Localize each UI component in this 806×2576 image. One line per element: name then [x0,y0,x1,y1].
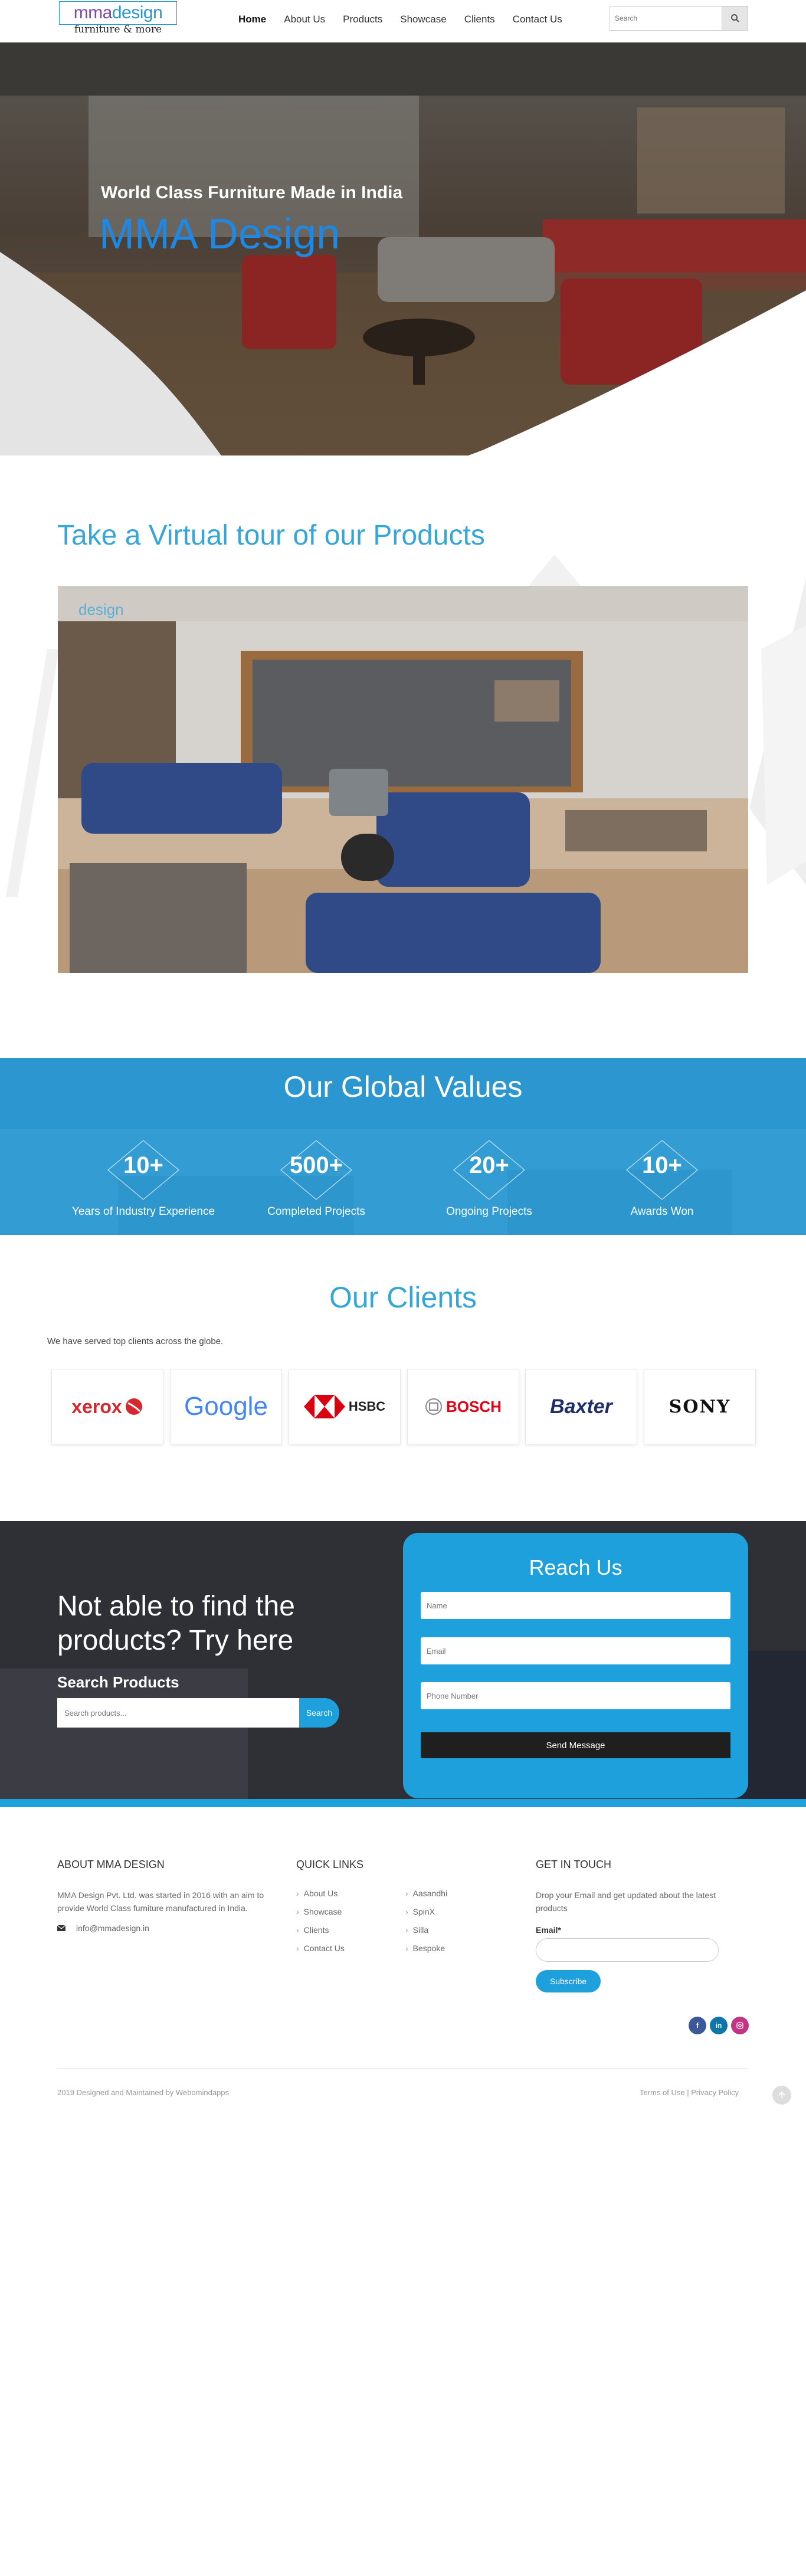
chevron-right-icon: › [405,1925,408,1935]
value-card-awards: 10+ Awards Won [585,1135,739,1218]
site-header: mmadesign furniture & more Home About Us… [0,0,806,42]
footer-quick-links: QUICK LINKS › About Us › Showcase › Clients… [296,1859,509,1962]
footer-about: ABOUT MMA DESIGN MMA Design Pvt. Ltd. wa… [57,1859,270,1935]
logo-wordmark: mmadesign [59,1,177,25]
values-heading: Our Global Values [283,1070,523,1103]
footer-link-silla[interactable]: › Silla [405,1925,447,1935]
instagram-icon[interactable] [731,2017,749,2034]
client-logo-baxter: Baxter [525,1369,637,1444]
hero-subtitle: World Class Furniture Made in India [101,183,403,202]
chevron-right-icon: › [296,1925,299,1935]
nav-about-us[interactable]: About Us [284,13,325,26]
privacy-link[interactable]: Privacy Policy [691,2088,739,2097]
footer-about-text: MMA Design Pvt. Ltd. was started in 2016… [57,1890,264,1913]
footer-link-contact-us[interactable]: › Contact Us [296,1944,405,1953]
email-field[interactable] [421,1637,730,1664]
value-number: 500+ [289,1152,343,1178]
back-to-top-button[interactable] [772,2086,791,2105]
hero-title: MMA Design [99,211,340,258]
value-card-experience: 10+ Years of Industry Experience [67,1135,220,1218]
footer-email[interactable]: info@mmadesign.in [76,1922,149,1935]
subscribe-button[interactable]: Subscribe [536,1970,601,1992]
instagram-glyph [736,2022,743,2029]
nav-showcase[interactable]: Showcase [400,13,446,26]
xerox-ball-icon [125,1398,142,1415]
social-links: f in [689,2017,749,2034]
product-search-button[interactable]: Search [299,1698,339,1728]
phone-field[interactable] [421,1682,730,1709]
product-search: Search [57,1698,339,1728]
chevron-right-icon: › [296,1889,299,1898]
footer-link-bespoke[interactable]: › Bespoke [405,1944,447,1953]
arrow-up-icon [778,2091,785,2098]
virtual-tour-heading: Take a Virtual tour of our Products [57,520,485,551]
main-nav: Home About Us Products Showcase Clients … [238,13,580,26]
chevron-right-icon: › [405,1889,408,1898]
send-message-button[interactable]: Send Message [421,1732,730,1758]
reach-us-form: Reach Us Send Message [403,1533,748,1798]
envelope-icon [57,1925,65,1931]
footer-quick-links-heading: QUICK LINKS [296,1859,364,1870]
footer-divider [57,2068,748,2069]
name-field[interactable] [421,1592,730,1619]
hero-section: World Class Furniture Made in India MMA … [0,42,806,455]
header-search-input[interactable] [610,6,722,30]
header-search-button[interactable] [722,6,748,30]
chevron-right-icon: › [296,1907,299,1916]
value-card-ongoing: 20+ Ongoing Projects [412,1135,566,1218]
nav-products[interactable]: Products [343,13,382,26]
footer-legal-links: Terms of Use | Privacy Policy [640,2088,739,2097]
value-number: 10+ [642,1152,682,1178]
search-icon [730,14,739,22]
value-card-completed: 500+ Completed Projects [240,1135,393,1218]
footer-touch-text: Drop your Email and get updated about th… [536,1890,716,1913]
terms-link[interactable]: Terms of Use [640,2088,685,2097]
footer-get-in-touch: GET IN TOUCH Drop your Email and get upd… [536,1859,748,1992]
reach-us-heading: Reach Us [529,1555,622,1579]
nav-home[interactable]: Home [238,13,266,26]
site-logo[interactable]: mmadesign furniture & more [59,1,177,35]
clients-heading: Our Clients [329,1281,477,1314]
find-products-section: Not able to find the products? Try here … [0,1521,806,1806]
virtual-tour-viewer[interactable]: design [58,586,748,973]
client-logo-xerox: xerox [51,1369,163,1444]
client-logo-bosch: BOSCH [407,1369,519,1444]
value-number: 20+ [469,1152,509,1178]
nav-contact-us[interactable]: Contact Us [513,13,562,26]
client-logo-hsbc: HSBC [289,1369,401,1444]
hsbc-hexagon-icon [303,1395,345,1418]
client-logo-google: Google [170,1369,282,1444]
footer-link-spinx[interactable]: › SpinX [405,1907,447,1916]
value-number: 10+ [123,1152,163,1178]
footer-email-row[interactable]: info@mmadesign.in [57,1922,270,1935]
legal-separator: | [687,2088,689,2097]
footer-about-heading: ABOUT MMA DESIGN [57,1859,165,1870]
facebook-icon[interactable]: f [689,2017,706,2034]
chevron-right-icon: › [405,1907,408,1916]
newsletter-email-input[interactable] [536,1938,719,1962]
copyright-text: 2019 Designed and Maintained by Webomind… [57,2088,230,2097]
logo-tagline: furniture & more [74,24,162,35]
footer-touch-heading: GET IN TOUCH [536,1859,612,1870]
header-search [610,6,748,31]
footer-link-clients[interactable]: › Clients [296,1925,405,1935]
newsletter-email-label: Email* [536,1925,561,1935]
showroom-image [58,586,748,973]
find-search-label: Search Products [57,1673,179,1691]
product-search-input[interactable] [57,1698,299,1728]
linkedin-icon[interactable]: in [710,2017,728,2034]
nav-clients[interactable]: Clients [464,13,495,26]
chevron-right-icon: › [405,1944,408,1953]
clients-subtitle: We have served top clients across the gl… [47,1336,224,1346]
section-divider-bar [0,1799,806,1807]
chevron-right-icon: › [296,1944,299,1953]
find-heading: Not able to find the products? Try here [57,1591,295,1656]
client-logo-sony: SONY [644,1369,756,1444]
footer-link-about-us[interactable]: › About Us [296,1889,405,1898]
tour-watermark: design [78,601,124,618]
bosch-armature-icon [425,1398,443,1415]
footer-link-aasandhi[interactable]: › Aasandhi [405,1889,447,1898]
footer-link-showcase[interactable]: › Showcase [296,1907,405,1916]
global-values-section: Our Global Values 10+ Years of Industry … [0,1058,806,1235]
